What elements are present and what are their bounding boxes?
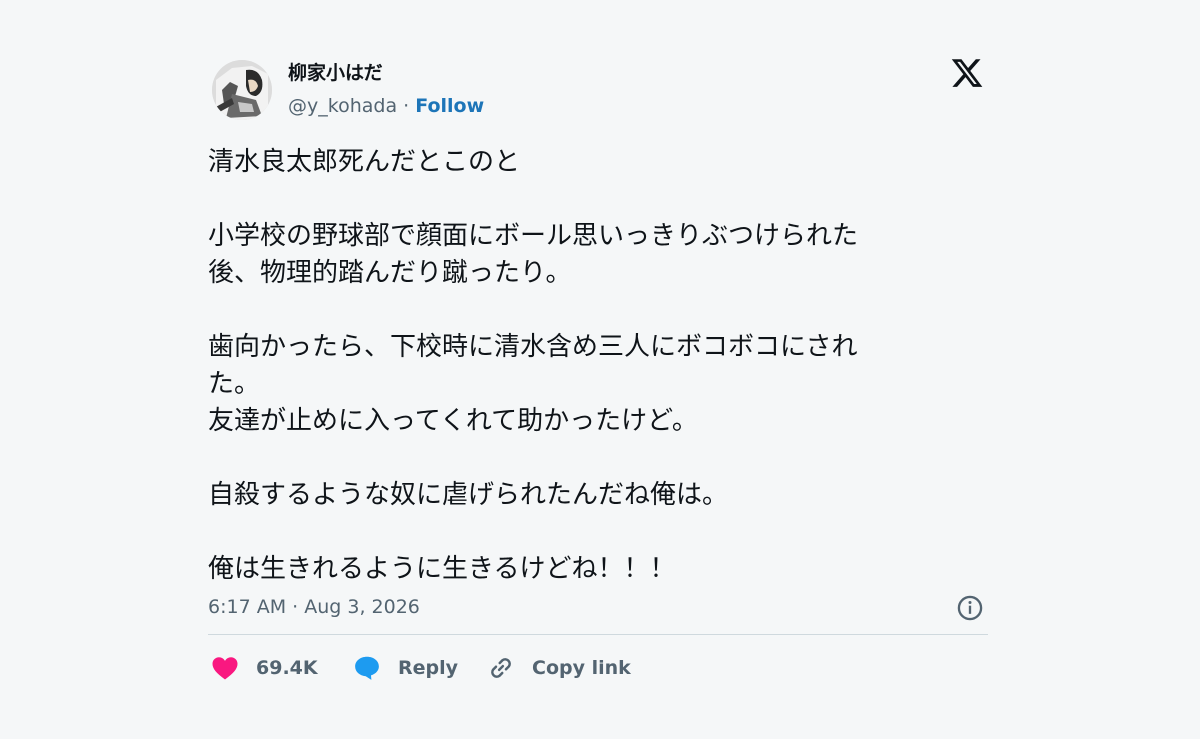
- author-handle[interactable]: @y_kohada: [288, 95, 397, 117]
- tweet-line: 歯向かったら、下校時に清水含め三人にボコボコにされ: [208, 332, 858, 362]
- like-button[interactable]: 69.4K: [210, 651, 318, 685]
- tweet-line: 小学校の野球部で顔面にボール思いっきりぶつけられた: [208, 221, 859, 251]
- tweet-line: [208, 181, 988, 218]
- copy-link-label: Copy link: [532, 657, 631, 679]
- handle-row: @y_kohada · Follow: [288, 94, 484, 118]
- divider: [208, 634, 988, 635]
- link-icon: [491, 658, 511, 678]
- author-name[interactable]: 柳家小はだ: [288, 61, 383, 85]
- tweet-line: [208, 514, 988, 551]
- tweet-line: 俺は生きれるように生きるけどね！！！: [208, 554, 676, 584]
- x-logo-icon[interactable]: [950, 56, 986, 92]
- separator-dot: ·: [403, 95, 410, 117]
- tweet-line: 自殺するような奴に虐げられたんだね俺は。: [208, 480, 729, 510]
- reply-label: Reply: [398, 657, 459, 679]
- follow-button[interactable]: Follow: [415, 95, 484, 117]
- tweet-line: た。: [208, 369, 261, 399]
- heart-icon: [212, 657, 238, 680]
- tweet-line: 友達が止めに入ってくれて助かったけど。: [208, 406, 698, 436]
- tweet-header: 柳家小はだ @y_kohada · Follow: [208, 56, 988, 126]
- tweet-line: 後、物理的踏んだり蹴ったり。: [208, 258, 572, 288]
- avatar[interactable]: [212, 60, 272, 120]
- timestamp-row: 6:17 AM · Aug 3, 2026: [208, 594, 988, 622]
- timestamp-link[interactable]: 6:17 AM · Aug 3, 2026: [208, 594, 420, 620]
- tweet-card: 柳家小はだ @y_kohada · Follow 清水良太郎死んだとこのと 小学…: [208, 56, 988, 696]
- tweet-line: [208, 292, 988, 329]
- tweet-text: 清水良太郎死んだとこのと 小学校の野球部で顔面にボール思いっきりぶつけられた 後…: [208, 144, 988, 588]
- tweet-line: [208, 440, 988, 477]
- info-icon[interactable]: [956, 594, 984, 622]
- tweet-line: 清水良太郎死んだとこのと: [208, 147, 521, 177]
- copy-link-button[interactable]: Copy link: [486, 651, 631, 685]
- action-bar: 69.4K Reply Copy link: [208, 651, 988, 685]
- reply-button[interactable]: Reply: [352, 651, 458, 685]
- speech-bubble-icon: [355, 656, 379, 680]
- like-count: 69.4K: [256, 657, 318, 679]
